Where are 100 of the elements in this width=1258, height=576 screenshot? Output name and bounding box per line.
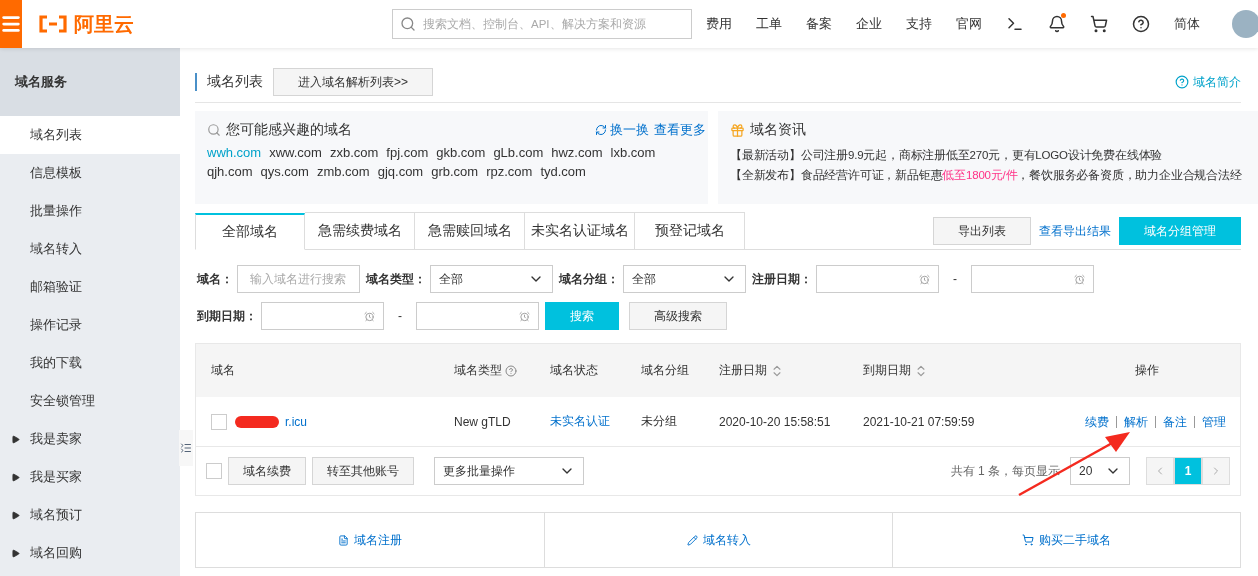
- refresh-link[interactable]: 换一换: [595, 121, 649, 139]
- nav-link[interactable]: 费用: [694, 15, 744, 33]
- menu-icon: [0, 13, 22, 35]
- sidebar-item[interactable]: 域名预订: [0, 496, 180, 534]
- table-cell-text: New gTLD: [454, 414, 512, 429]
- sidebar-item[interactable]: 我是买家: [0, 458, 180, 496]
- sidebar-title: 域名服务: [0, 48, 180, 116]
- tab[interactable]: 预登记域名: [635, 212, 745, 249]
- domain-suggestion[interactable]: fpj.com: [386, 145, 429, 160]
- action-link[interactable]: 管理: [1194, 415, 1226, 428]
- export-button[interactable]: 导出列表: [933, 217, 1031, 245]
- sidebar-item[interactable]: 域名转入: [0, 230, 180, 268]
- avatar[interactable]: [1232, 10, 1258, 38]
- news-text: 【最新活动】公司注册9.9元起，商标注册低至270元，更有LOGO设计免费在线体验: [730, 148, 1164, 163]
- date-field[interactable]: [416, 302, 539, 330]
- sidebar-item[interactable]: 邮箱验证: [0, 268, 180, 306]
- action-link[interactable]: 备注: [1155, 415, 1194, 428]
- sidebar-item[interactable]: 域名列表: [0, 116, 180, 154]
- refresh-icon: [595, 124, 607, 136]
- column-header: 域名分组: [641, 362, 689, 379]
- domain-suggestion[interactable]: qjh.com: [207, 164, 253, 179]
- tab[interactable]: 急需续费域名: [305, 212, 415, 249]
- domain-suggestion[interactable]: qys.com: [260, 164, 309, 179]
- sidebar-item[interactable]: 信息模板: [0, 154, 180, 192]
- domain-suggestion[interactable]: xww.com: [269, 145, 322, 160]
- more-link[interactable]: 查看更多: [654, 121, 706, 139]
- domain-link[interactable]: r.icu: [235, 414, 307, 429]
- quick-link[interactable]: 域名注册: [196, 513, 544, 567]
- table-cell-text: 2020-10-20 15:58:51: [719, 414, 832, 429]
- terminal-icon: [1006, 15, 1024, 33]
- domain-suggestion[interactable]: gjq.com: [377, 164, 424, 179]
- cart-icon: [1022, 534, 1034, 546]
- date-field[interactable]: [816, 265, 939, 293]
- advanced-search-button[interactable]: 高级搜索: [629, 302, 727, 330]
- page-title: 域名列表: [195, 73, 263, 91]
- domain-suggestion[interactable]: tyd.com: [540, 164, 586, 179]
- sidebar-item[interactable]: 批量操作: [0, 192, 180, 230]
- domain-suggestion[interactable]: zmb.com: [316, 164, 370, 179]
- alarm-clock-icon: [519, 310, 530, 322]
- search-field[interactable]: 搜索文档、控制台、API、解决方案和资源: [392, 9, 692, 39]
- sidebar-item[interactable]: 我的下载: [0, 344, 180, 382]
- dns-list-button[interactable]: 进入域名解析列表>>: [273, 68, 433, 96]
- column-header: 到期日期: [863, 362, 911, 379]
- date-field[interactable]: [971, 265, 1094, 293]
- column-header: 域名类型: [454, 362, 502, 379]
- status-link[interactable]: 未实名认证: [550, 413, 641, 430]
- domain-suggestion[interactable]: grb.com: [431, 164, 479, 179]
- domain-search-field[interactable]: 输入域名进行搜索: [237, 265, 360, 293]
- menu-button[interactable]: [0, 0, 22, 48]
- tab[interactable]: 急需赎回域名: [415, 212, 525, 249]
- sidebar-item[interactable]: 我是卖家: [0, 420, 180, 458]
- search-icon: [207, 123, 221, 137]
- column-header: 域名状态: [550, 362, 598, 379]
- row-checkbox[interactable]: [211, 413, 227, 430]
- domain-suggestion[interactable]: rpz.com: [486, 164, 533, 179]
- domain-suggestion[interactable]: gkb.com: [436, 145, 486, 160]
- logo-icon: [38, 15, 68, 33]
- language-link[interactable]: 简体: [1162, 15, 1212, 33]
- collapse-handle[interactable]: [179, 430, 193, 466]
- column-header: 注册日期: [719, 362, 767, 379]
- caret-icon: [11, 548, 20, 558]
- domain-suggestion[interactable]: hwz.com: [551, 145, 603, 160]
- pencil-icon: [686, 534, 698, 546]
- tab[interactable]: 全部域名: [195, 213, 305, 250]
- sidebar-item[interactable]: 域名回购: [0, 534, 180, 572]
- nav-link[interactable]: 官网: [944, 15, 994, 33]
- filter-label: 域名分组：: [559, 270, 619, 288]
- domain-suggestion[interactable]: zxb.com: [329, 145, 379, 160]
- previous-page-button[interactable]: [1146, 457, 1174, 485]
- view-export-link[interactable]: 查看导出结果: [1039, 222, 1111, 240]
- table-cell-text: 未分组: [641, 413, 678, 430]
- date-field[interactable]: [261, 302, 384, 330]
- nav-link[interactable]: 企业: [844, 15, 894, 33]
- page-size-select[interactable]: 20: [1070, 457, 1130, 485]
- group-select[interactable]: 全部: [623, 265, 746, 293]
- nav-link[interactable]: 支持: [894, 15, 944, 33]
- action-link[interactable]: 解析: [1116, 415, 1155, 428]
- range-separator: -: [397, 309, 403, 323]
- action-link[interactable]: 续费: [1078, 415, 1116, 428]
- sidebar-item[interactable]: 安全锁管理: [0, 382, 180, 420]
- select-all-checkbox[interactable]: [206, 463, 222, 479]
- help-icon[interactable]: [505, 364, 517, 377]
- next-page-button[interactable]: [1202, 457, 1230, 485]
- card-title: 您可能感兴趣的域名: [226, 121, 352, 139]
- caret-icon: [11, 510, 20, 520]
- domain-suggestion[interactable]: lxb.com: [610, 145, 656, 160]
- nav-link[interactable]: 备案: [794, 15, 844, 33]
- nav-link[interactable]: 工单: [744, 15, 794, 33]
- table-cell-text: 2021-10-21 07:59:59: [863, 414, 976, 429]
- gift-icon: [730, 122, 745, 138]
- tab[interactable]: 未实名认证域名: [525, 212, 635, 249]
- alarm-clock-icon: [919, 273, 930, 285]
- bulk-button[interactable]: 域名续费: [228, 457, 306, 485]
- domain-suggestion[interactable]: gLb.com: [493, 145, 544, 160]
- quick-link[interactable]: 域名转入: [544, 513, 892, 567]
- bulk-button[interactable]: 转至其他账号: [312, 457, 414, 485]
- sidebar-item[interactable]: 操作记录: [0, 306, 180, 344]
- quick-link[interactable]: 购买二手域名: [892, 513, 1240, 567]
- type-select[interactable]: 全部: [430, 265, 553, 293]
- bulk-select[interactable]: 更多批量操作: [434, 457, 584, 485]
